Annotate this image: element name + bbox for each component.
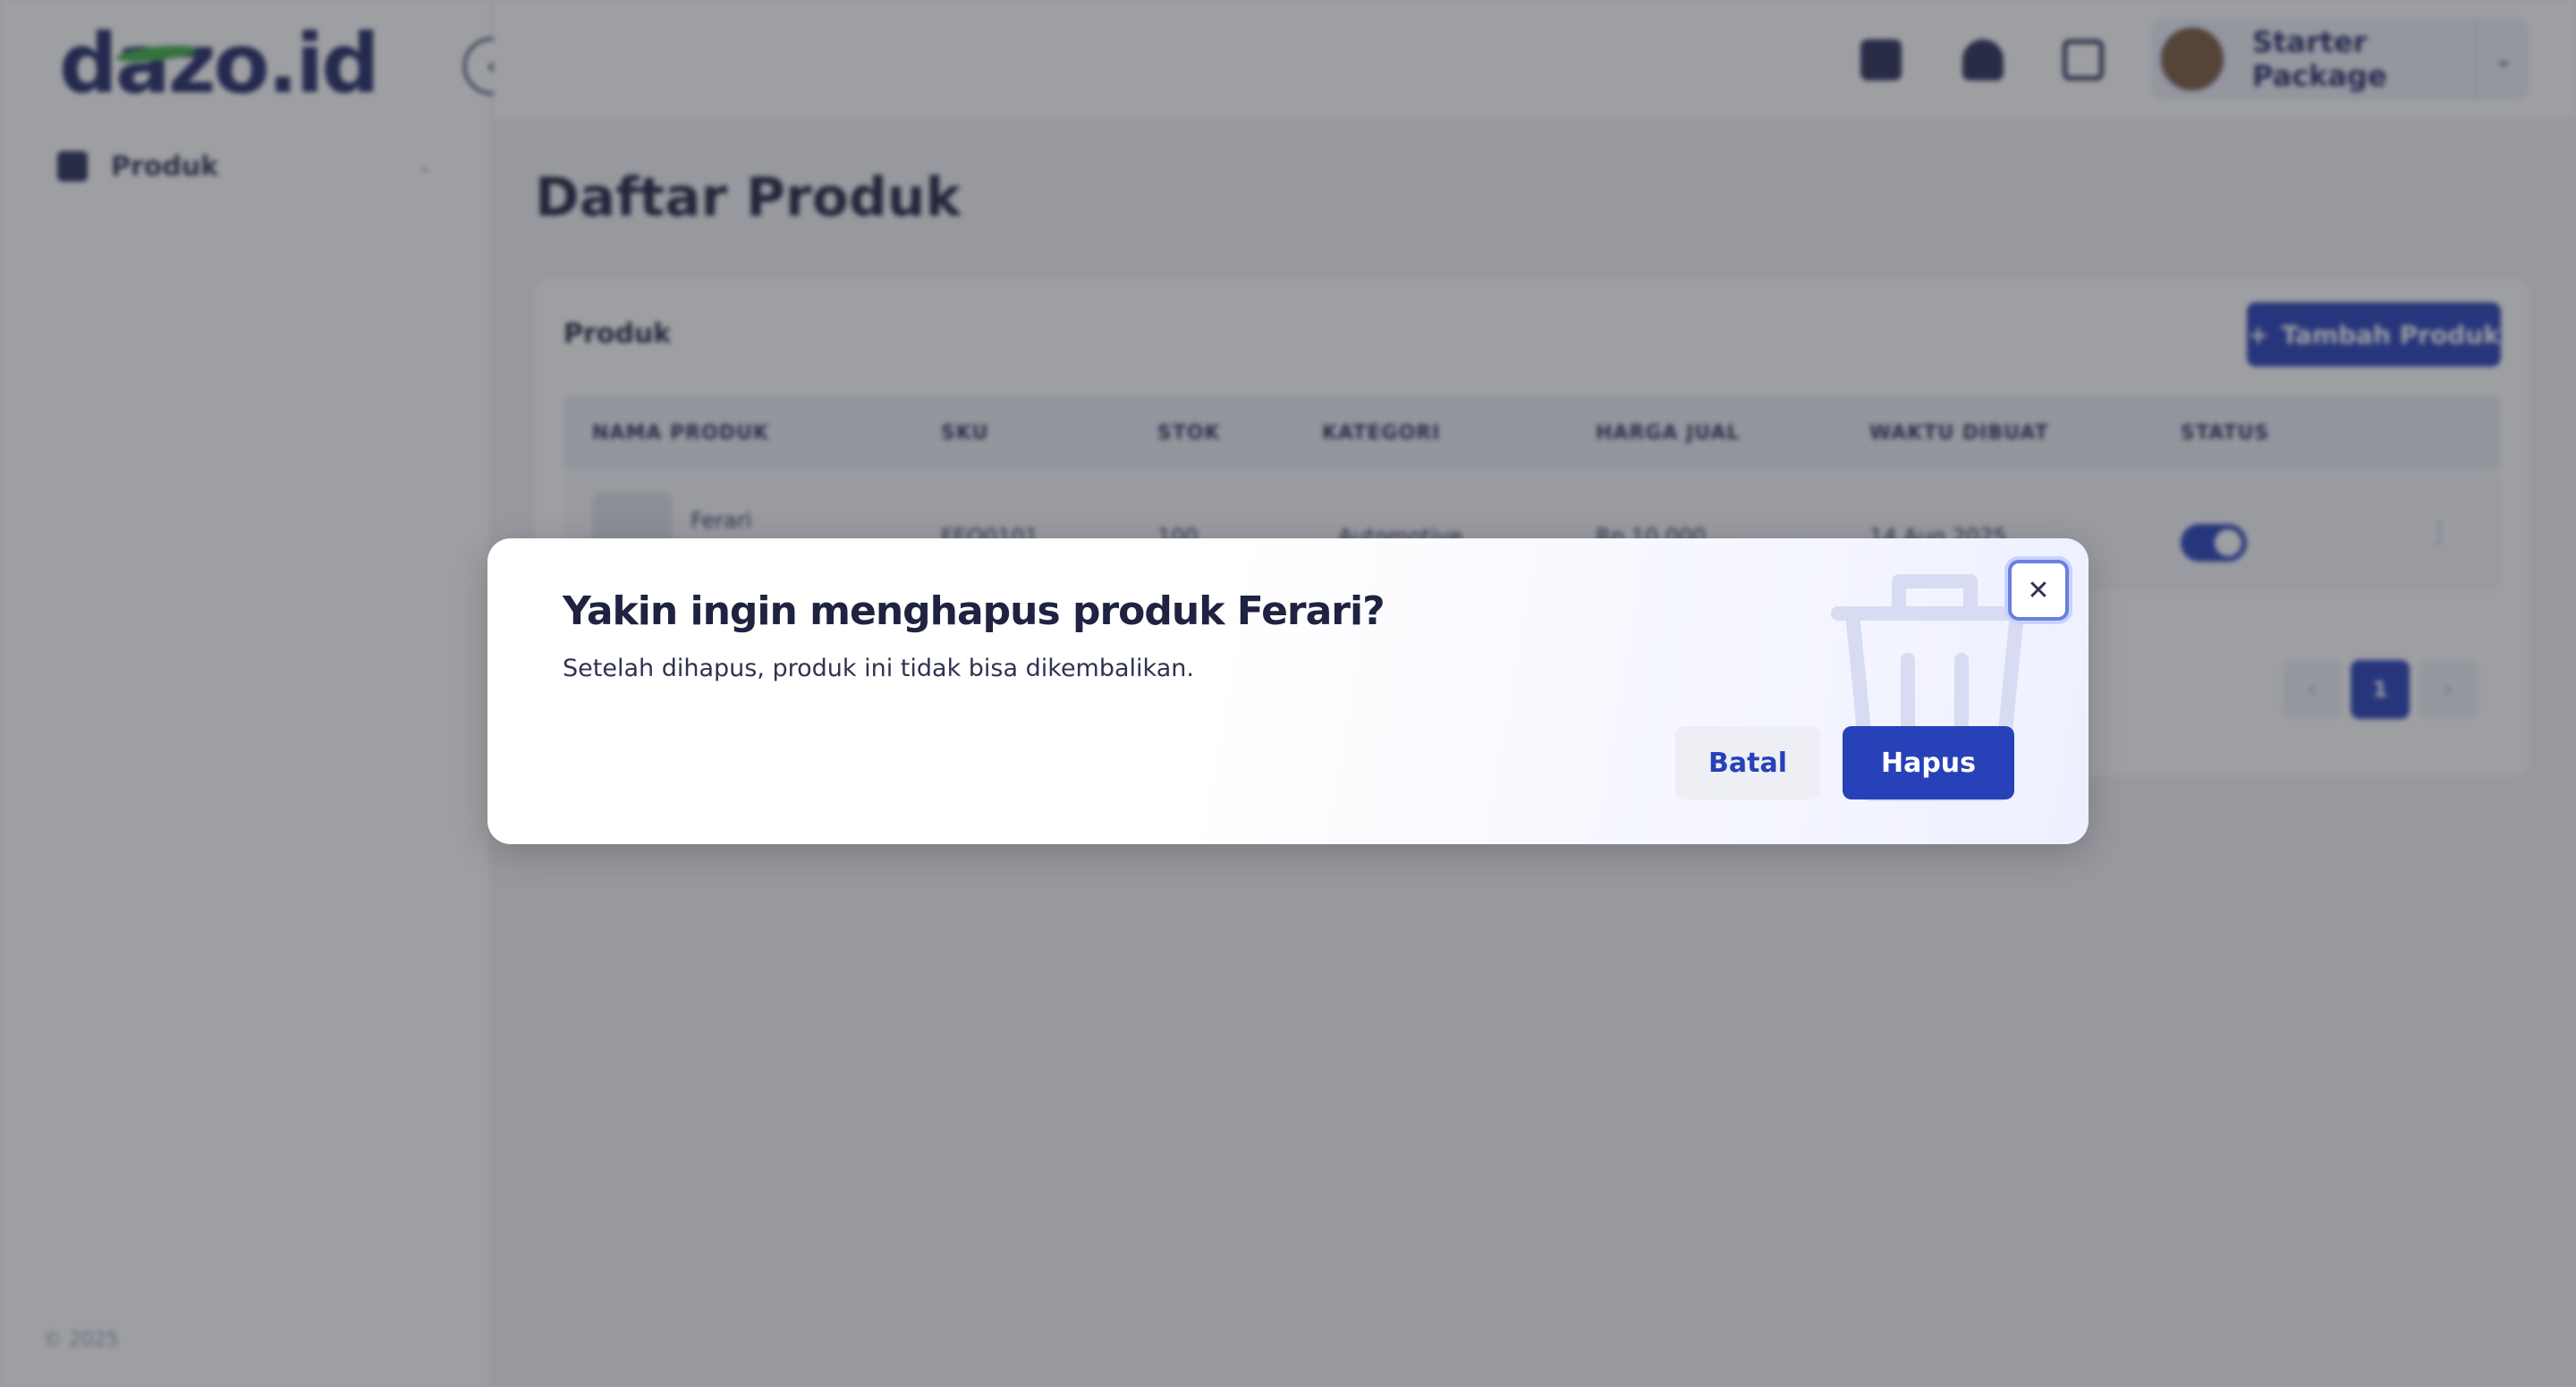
delete-confirm-dialog: Yakin ingin menghapus produk Ferari? Set…: [487, 538, 2089, 844]
close-icon: ✕: [2027, 574, 2050, 606]
delete-button[interactable]: Hapus: [1843, 726, 2014, 799]
dialog-subtitle: Setelah dihapus, produk ini tidak bisa d…: [563, 655, 1194, 682]
close-button[interactable]: ✕: [2008, 560, 2069, 621]
cancel-button[interactable]: Batal: [1675, 726, 1820, 799]
dialog-title: Yakin ingin menghapus produk Ferari?: [563, 588, 1385, 634]
